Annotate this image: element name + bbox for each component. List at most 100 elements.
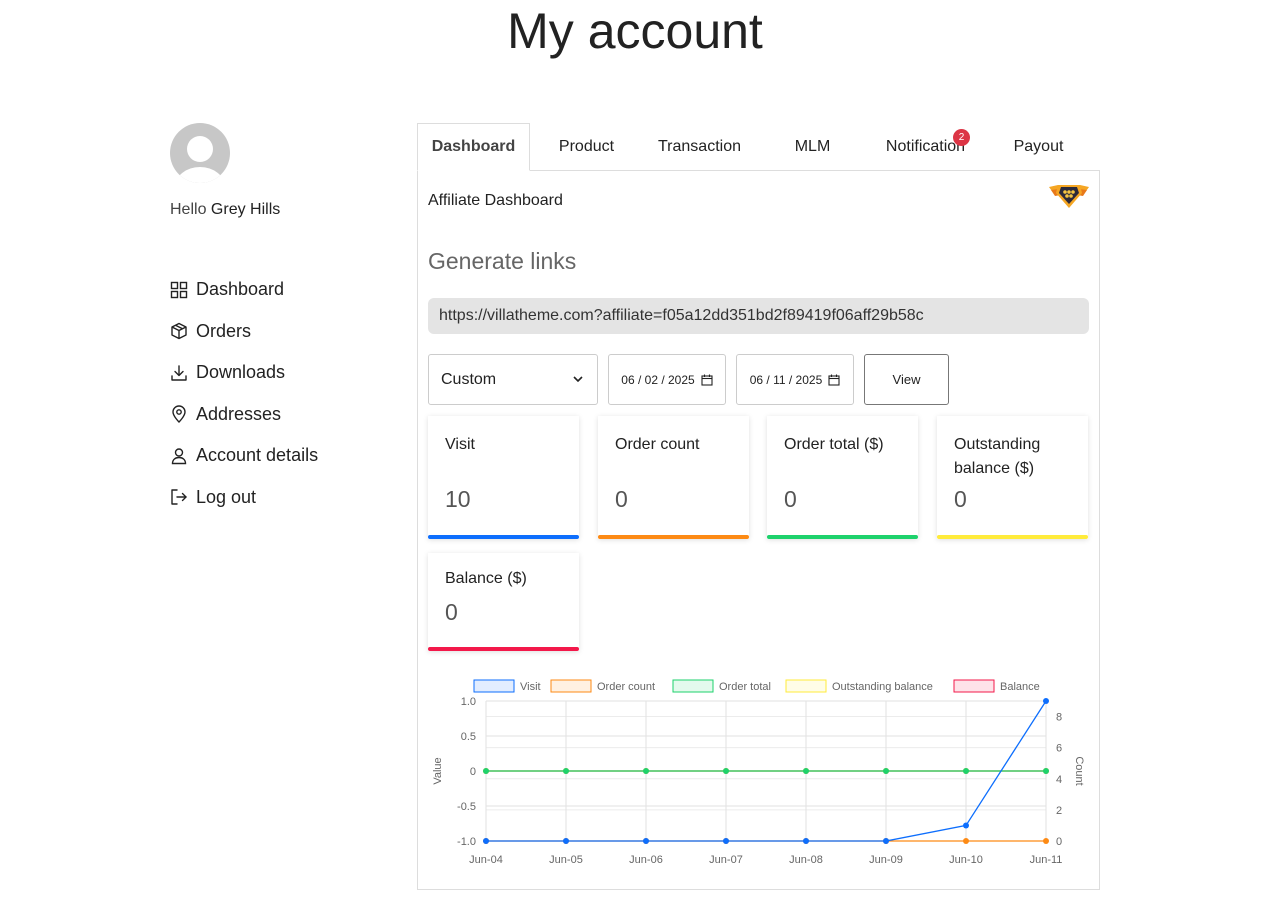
tab-dashboard[interactable]: Dashboard xyxy=(417,123,530,171)
legend-swatch xyxy=(473,679,515,693)
greeting: Hello Grey Hills xyxy=(170,201,390,219)
legend-label: Balance xyxy=(1000,681,1040,693)
nav-item-orders[interactable]: Orders xyxy=(170,311,390,353)
generate-links-title: Generate links xyxy=(428,248,577,274)
date-to-input[interactable]: 06 / 11 / 2025 xyxy=(736,354,854,405)
nav-item-label: Account details xyxy=(196,445,319,466)
tab-label: Transaction xyxy=(658,138,741,155)
x-tick-label: Jun-09 xyxy=(869,854,903,866)
data-point xyxy=(963,822,969,829)
data-point xyxy=(963,838,969,844)
stat-label: Outstanding balance ($) xyxy=(954,436,1041,477)
user-icon xyxy=(171,448,187,464)
data-point xyxy=(563,838,569,844)
nav-item-account-details[interactable]: Account details xyxy=(170,435,390,477)
calendar-icon[interactable] xyxy=(701,374,713,386)
data-point xyxy=(483,838,489,844)
tab-label: Payout xyxy=(1013,138,1064,155)
stat-color-bar xyxy=(937,535,1088,539)
data-point xyxy=(803,768,809,774)
x-tick-label: Jun-07 xyxy=(709,854,743,866)
legend-label: Outstanding balance xyxy=(832,681,933,693)
legend-swatch xyxy=(550,679,592,693)
greeting-hello: Hello xyxy=(170,201,207,218)
data-point xyxy=(723,838,729,844)
x-tick-label: Jun-04 xyxy=(469,854,503,866)
data-point xyxy=(1043,698,1049,704)
stat-card-balance: Balance ($) 0 xyxy=(428,553,579,651)
tab-label: MLM xyxy=(794,138,831,155)
calendar-icon[interactable] xyxy=(828,374,840,386)
dashboard-panel: Affiliate Dashboard Generate links https… xyxy=(417,170,1100,890)
y-tick-label: 1.0 xyxy=(461,696,476,708)
stat-color-bar xyxy=(428,535,579,539)
nav-item-downloads[interactable]: Downloads xyxy=(170,352,390,394)
stat-card-order-total: Order total ($) 0 xyxy=(767,416,918,539)
date-from-value: 06 / 02 / 2025 xyxy=(621,372,695,387)
data-point xyxy=(643,838,649,844)
tab-notification[interactable]: Notification 2 xyxy=(869,123,982,171)
data-point xyxy=(1043,768,1049,774)
panel-title: Affiliate Dashboard xyxy=(428,192,563,209)
stat-card-outstanding-balance: Outstanding balance ($) 0 xyxy=(937,416,1088,539)
stat-value: 0 xyxy=(954,486,967,512)
nav-item-label: Dashboard xyxy=(196,279,285,300)
legend-swatch xyxy=(785,679,827,693)
stat-value: 0 xyxy=(615,486,628,512)
stats-line-chart: 1.0 0.5 0 -0.5 -1.0 8 6 4 2 0 Jun-04 Jun-05 Jun-06 Ju… xyxy=(432,679,1085,866)
legend-swatch xyxy=(672,679,714,693)
y-tick-label: -0.5 xyxy=(457,801,476,813)
y-tick-label: -1.0 xyxy=(457,836,476,848)
stat-value: 10 xyxy=(445,486,471,512)
greeting-username: Grey Hills xyxy=(210,201,281,218)
y2-tick-label: 8 xyxy=(1056,712,1062,724)
stat-label: Visit xyxy=(445,436,475,453)
stat-card-visit: Visit 10 xyxy=(428,416,579,539)
tab-product[interactable]: Product xyxy=(530,123,643,171)
y2-tick-label: 6 xyxy=(1056,743,1062,755)
tab-label: Dashboard xyxy=(431,138,516,155)
tab-mlm[interactable]: MLM xyxy=(756,123,869,171)
legend-swatch xyxy=(953,679,995,693)
x-tick-label: Jun-11 xyxy=(1030,854,1063,866)
legend-label: Order total xyxy=(719,681,771,693)
data-point xyxy=(723,768,729,774)
tab-payout[interactable]: Payout xyxy=(982,123,1095,171)
stat-color-bar xyxy=(598,535,749,539)
data-point xyxy=(1043,838,1049,844)
data-point xyxy=(643,768,649,774)
date-range-value: Custom xyxy=(441,370,497,388)
x-tick-label: Jun-05 xyxy=(549,854,583,866)
data-point xyxy=(883,768,889,774)
account-nav: Dashboard Orders Downloads Addresses Acc… xyxy=(170,269,390,518)
nav-item-label: Log out xyxy=(196,486,257,507)
data-point xyxy=(803,838,809,844)
y2-tick-label: 0 xyxy=(1056,836,1062,848)
nav-item-dashboard[interactable]: Dashboard xyxy=(170,269,390,311)
stat-label: Order count xyxy=(615,436,700,453)
account-sidebar: Hello Grey Hills Dashboard Orders Downlo… xyxy=(170,123,390,518)
view-button[interactable]: View xyxy=(864,354,949,405)
affiliate-logo-icon xyxy=(1049,185,1089,208)
y2-tick-label: 4 xyxy=(1056,774,1062,786)
map-pin-icon xyxy=(172,405,186,424)
y2-tick-label: 2 xyxy=(1056,805,1062,817)
stat-color-bar xyxy=(428,647,579,651)
y-tick-label: 0 xyxy=(470,766,476,778)
notification-badge: 2 xyxy=(953,129,970,146)
x-tick-label: Jun-10 xyxy=(949,854,983,866)
nav-item-label: Downloads xyxy=(196,362,286,383)
avatar xyxy=(170,123,230,183)
date-range-select[interactable]: Custom xyxy=(428,354,598,405)
chevron-down-icon xyxy=(573,376,583,383)
page-title: My account xyxy=(507,3,763,59)
stat-label: Order total ($) xyxy=(784,436,884,453)
dashboard-tabs: Dashboard Product Transaction MLM Notifi… xyxy=(417,123,1100,171)
dashboard-grid-icon xyxy=(170,281,188,298)
tab-transaction[interactable]: Transaction xyxy=(643,123,756,171)
nav-item-log-out[interactable]: Log out xyxy=(170,477,390,519)
affiliate-link-field[interactable]: https://villatheme.com?affiliate=f05a12d… xyxy=(428,298,1089,334)
nav-item-addresses[interactable]: Addresses xyxy=(170,394,390,436)
date-from-input[interactable]: 06 / 02 / 2025 xyxy=(608,354,726,405)
x-tick-label: Jun-08 xyxy=(789,854,823,866)
